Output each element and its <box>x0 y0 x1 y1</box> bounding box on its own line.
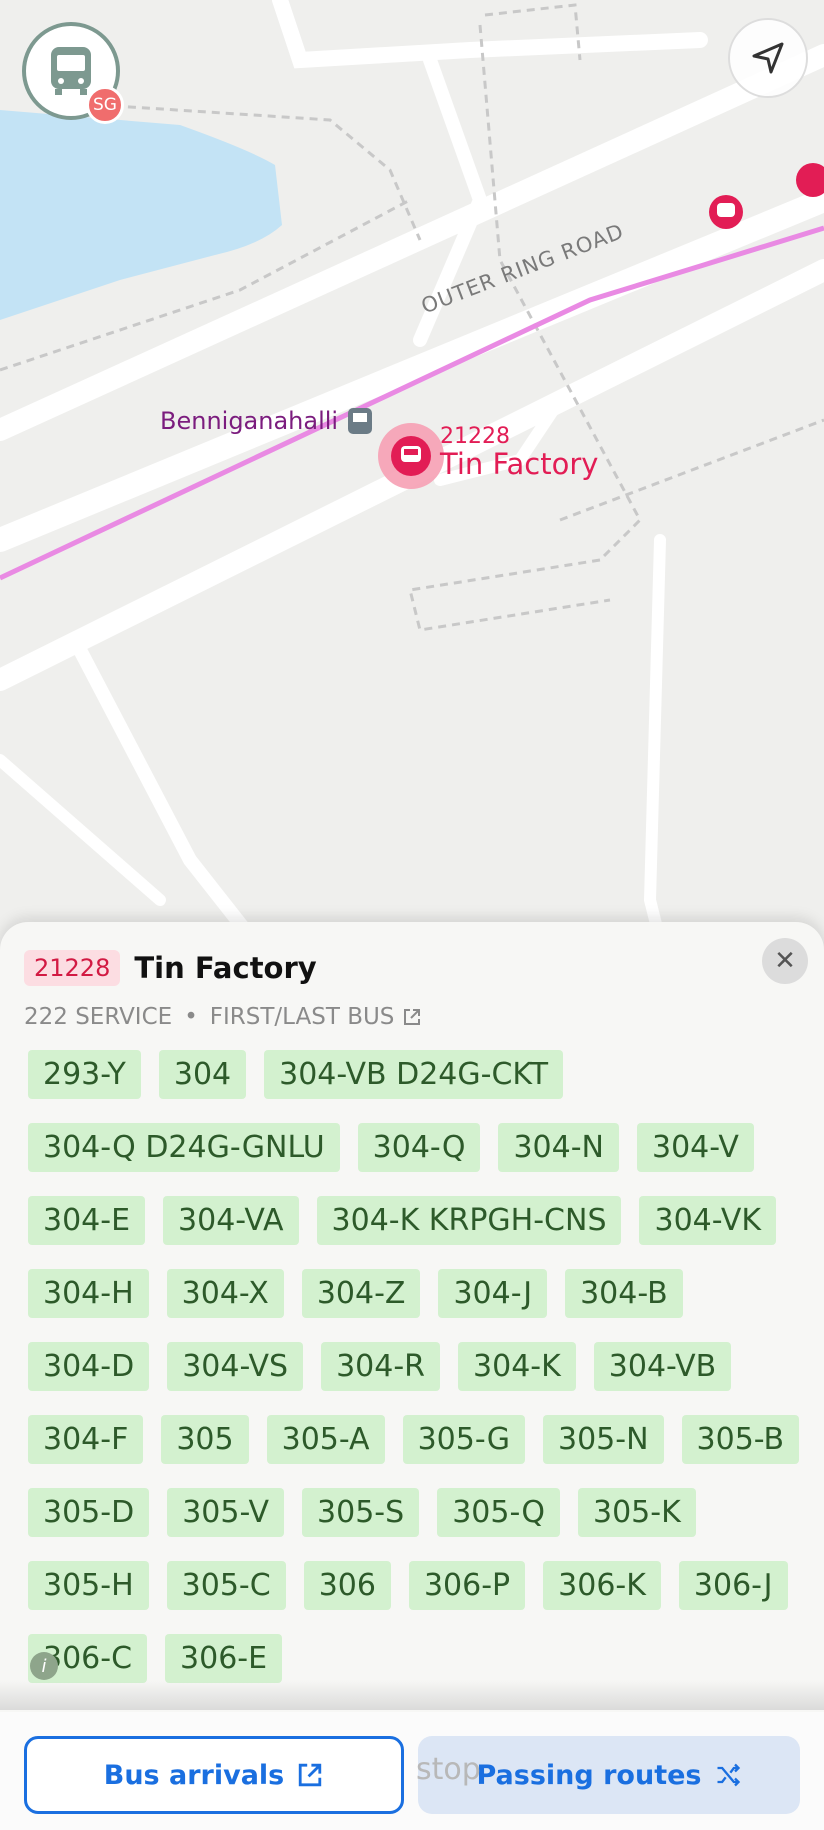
app-badge: SG <box>86 86 124 124</box>
info-icon[interactable]: i <box>30 1652 58 1680</box>
route-chip[interactable]: 293-Y <box>28 1050 141 1099</box>
app-logo[interactable]: SG <box>22 22 124 124</box>
route-chip[interactable]: 305-S <box>302 1488 420 1537</box>
route-chip[interactable]: 305-N <box>543 1415 664 1464</box>
route-chip[interactable]: 304-VA <box>163 1196 299 1245</box>
stop-meta: 222 SERVICE • FIRST/LAST BUS <box>24 1004 422 1030</box>
external-link-icon <box>299 1763 322 1787</box>
route-chip[interactable]: 304 <box>158 1050 247 1099</box>
route-chip[interactable]: 304-H <box>28 1269 149 1318</box>
route-chip[interactable]: 305-D <box>28 1488 150 1537</box>
meta-separator: • <box>184 1004 198 1030</box>
map-stop-code: 21228 <box>440 424 510 449</box>
place-label: Benniganahalli <box>160 407 339 435</box>
route-chip[interactable]: 304-K <box>458 1342 576 1391</box>
route-chip[interactable]: 304-VS <box>167 1342 304 1391</box>
route-chip[interactable]: 306-J <box>678 1561 788 1610</box>
close-icon: ✕ <box>774 946 796 976</box>
selected-stop-marker <box>378 423 444 489</box>
route-chip[interactable]: 304-X <box>166 1269 284 1318</box>
stop-title: Tin Factory <box>134 951 317 985</box>
route-chip[interactable]: 305-C <box>166 1561 286 1610</box>
map-stop-name[interactable]: Tin Factory <box>440 447 598 481</box>
route-chip[interactable]: 305-Q <box>437 1488 560 1537</box>
service-count: 222 SERVICE <box>24 1004 173 1030</box>
sheet-header: 21228 Tin Factory <box>24 948 724 988</box>
route-chip[interactable]: 304-R <box>321 1342 441 1391</box>
route-chip[interactable]: 305 <box>161 1415 249 1464</box>
external-link-icon <box>404 1009 421 1025</box>
route-chip[interactable]: 304-E <box>28 1196 146 1245</box>
background-text: stop <box>416 1752 481 1787</box>
locate-me-button[interactable] <box>728 18 808 98</box>
route-chip[interactable]: 304-VB <box>593 1342 732 1391</box>
bus-stop-marker <box>709 195 743 229</box>
route-chip[interactable]: 304-B <box>565 1269 683 1318</box>
route-chip[interactable]: 304-Z <box>301 1269 421 1318</box>
stop-code-badge: 21228 <box>24 950 121 986</box>
route-chip[interactable]: 306-P <box>408 1561 526 1610</box>
route-chip[interactable]: 305-G <box>402 1415 525 1464</box>
scroll-fade <box>0 1680 824 1710</box>
first-last-bus-label: FIRST/LAST BUS <box>209 1004 395 1030</box>
train-station-icon <box>348 408 372 434</box>
route-chip[interactable]: 305-H <box>28 1561 149 1610</box>
navigation-arrow-icon <box>752 42 784 74</box>
route-chip[interactable]: 304-V <box>637 1123 754 1172</box>
route-chip[interactable]: 304-VB D24G-CKT <box>264 1050 564 1099</box>
bus-arrivals-button[interactable]: Bus arrivals <box>24 1736 404 1814</box>
route-chip[interactable]: 304-J <box>438 1269 548 1318</box>
route-chip[interactable]: 306-K <box>543 1561 661 1610</box>
passing-routes-label: Passing routes <box>476 1759 702 1791</box>
route-list: 293-Y 304 304-VB D24G-CKT 304-Q D24G-GNLU 30… <box>28 1050 808 1683</box>
bus-icon <box>51 47 91 95</box>
close-button[interactable]: ✕ <box>762 938 808 984</box>
route-chip[interactable]: 305-B <box>681 1415 800 1464</box>
bottom-action-bar: Bus arrivals Passing routes <box>0 1712 824 1830</box>
route-chip[interactable]: 305-A <box>266 1415 385 1464</box>
route-chip[interactable]: 304-Q D24G-GNLU <box>28 1123 340 1172</box>
first-last-bus-link[interactable]: FIRST/LAST BUS <box>210 1004 423 1030</box>
route-chip[interactable]: 305-K <box>578 1488 696 1537</box>
route-chip[interactable]: 304-Q <box>357 1123 481 1172</box>
route-chip[interactable]: 304-F <box>28 1415 144 1464</box>
route-chip[interactable]: 304-D <box>28 1342 150 1391</box>
route-chip[interactable]: 304-VK <box>639 1196 777 1245</box>
shuffle-icon <box>717 1763 740 1787</box>
route-chip[interactable]: 304-N <box>498 1123 619 1172</box>
route-chip[interactable]: 305-V <box>167 1488 285 1537</box>
route-chip[interactable]: 304-K KRPGH-CNS <box>316 1196 622 1245</box>
bus-arrivals-label: Bus arrivals <box>103 1759 285 1791</box>
route-chip[interactable]: 306-E <box>165 1634 283 1683</box>
route-chip[interactable]: 306 <box>303 1561 391 1610</box>
